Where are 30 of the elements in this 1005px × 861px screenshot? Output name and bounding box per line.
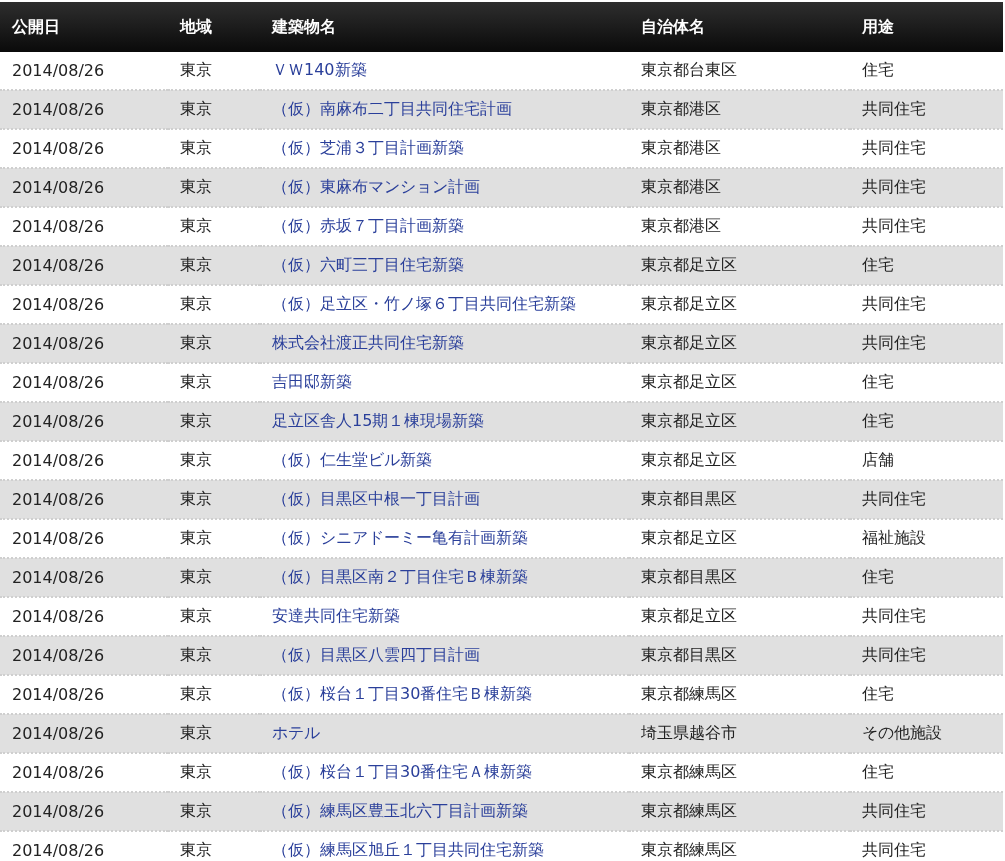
column-header: 地域: [168, 2, 260, 52]
column-header: 公開日: [0, 2, 168, 52]
building-name-link[interactable]: （仮）芝浦３丁目計画新築: [272, 138, 464, 157]
building-name-link[interactable]: （仮）練馬区豊玉北六丁目計画新築: [272, 801, 528, 820]
building-name-link[interactable]: （仮）シニアドーミー亀有計画新築: [272, 528, 528, 547]
building-name-link[interactable]: 株式会社渡正共同住宅新築: [272, 333, 464, 352]
column-header: 自治体名: [629, 2, 850, 52]
building-name-link[interactable]: 足立区舎人15期１棟現場新築: [272, 411, 485, 430]
building-name-link[interactable]: （仮）目黒区中根一丁目計画: [272, 489, 480, 508]
date-cell: 2014/08/26: [0, 831, 168, 861]
region-cell: 東京: [168, 831, 260, 861]
building-name-link[interactable]: （仮）練馬区旭丘１丁目共同住宅新築: [272, 840, 544, 859]
building-name-link[interactable]: （仮）仁生堂ビル新築: [272, 450, 432, 469]
building-name-link[interactable]: （仮）足立区・竹ノ塚６丁目共同住宅新築: [272, 294, 576, 313]
municipality-cell: 東京都練馬区: [629, 831, 850, 861]
building-name-link[interactable]: （仮）赤坂７丁目計画新築: [272, 216, 464, 235]
building-name-link[interactable]: （仮）桜台１丁目30番住宅Ａ棟新築: [272, 762, 533, 781]
use-cell: 共同住宅: [850, 831, 1003, 861]
building-name-link[interactable]: （仮）六町三丁目住宅新築: [272, 255, 464, 274]
building-name-link[interactable]: ホテル: [272, 723, 320, 742]
building-name-link[interactable]: （仮）目黒区八雲四丁目計画: [272, 645, 480, 664]
column-header: 用途: [850, 2, 1003, 52]
building-name-link[interactable]: （仮）目黒区南２丁目住宅Ｂ棟新築: [272, 567, 528, 586]
building-name-link[interactable]: （仮）桜台１丁目30番住宅Ｂ棟新築: [272, 684, 533, 703]
building-name-link[interactable]: 安達共同住宅新築: [272, 606, 400, 625]
column-header: 建築物名: [260, 2, 629, 52]
building-name-link[interactable]: （仮）東麻布マンション計画: [272, 177, 480, 196]
building-name-link[interactable]: ＶＷ140新築: [272, 60, 367, 79]
building-name-link[interactable]: 吉田邸新築: [272, 372, 352, 391]
building-name-link[interactable]: （仮）南麻布二丁目共同住宅計画: [272, 99, 512, 118]
